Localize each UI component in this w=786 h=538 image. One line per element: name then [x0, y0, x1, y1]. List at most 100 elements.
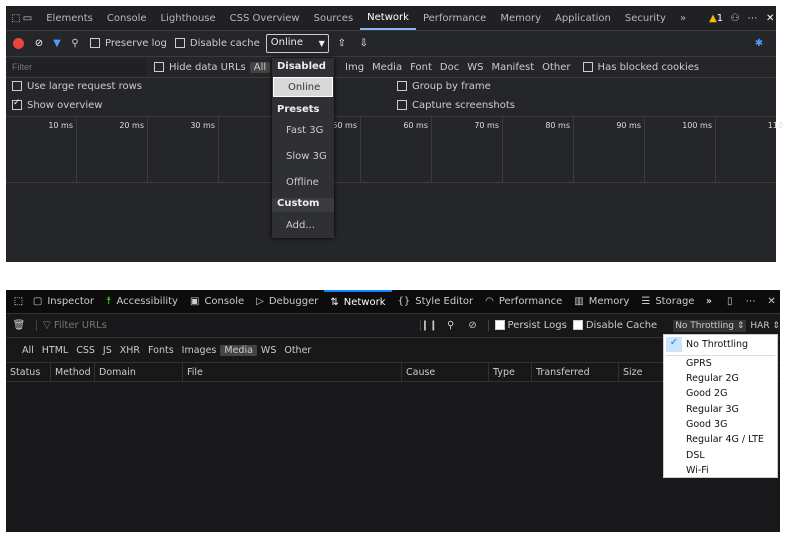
tab-application[interactable]: Application: [548, 13, 618, 24]
tab-style-editor[interactable]: {} Style Editor: [392, 296, 480, 307]
filter-urls-input[interactable]: ▽ Filter URLs: [35, 320, 420, 331]
column-domain[interactable]: Domain: [95, 363, 183, 382]
type-other[interactable]: Other: [538, 62, 574, 73]
menu-item-regular-3g[interactable]: Regular 3G: [686, 404, 739, 415]
tab-security[interactable]: Security: [618, 13, 673, 24]
type-html[interactable]: HTML: [38, 345, 72, 356]
type-media[interactable]: Media: [220, 344, 257, 356]
tab-performance[interactable]: ◠ Performance: [479, 296, 568, 307]
type-js[interactable]: JS: [99, 345, 116, 356]
tab-debugger[interactable]: ▷ Debugger: [250, 296, 324, 307]
type-manifest[interactable]: Manifest: [487, 62, 538, 73]
type-css[interactable]: CSS: [72, 345, 99, 356]
more-options-icon[interactable]: ⋯: [747, 13, 759, 24]
timeline-tick: 20 ms: [77, 117, 148, 183]
column-type[interactable]: Type: [489, 363, 532, 382]
pick-element-icon[interactable]: ⬚: [10, 296, 27, 307]
group-by-frame-option[interactable]: Group by frame: [397, 81, 491, 92]
menu-item-no-throttling[interactable]: No Throttling: [686, 339, 748, 350]
disable-cache-checkbox[interactable]: Disable cache: [174, 38, 260, 49]
tab-memory[interactable]: ▥ Memory: [568, 296, 635, 307]
column-transferred[interactable]: Transferred: [532, 363, 619, 382]
type-fonts[interactable]: Fonts: [144, 345, 178, 356]
record-icon[interactable]: [13, 38, 24, 49]
menu-item-regular-2g[interactable]: Regular 2G: [686, 373, 739, 384]
tab-console[interactable]: Console: [100, 13, 154, 24]
hide-data-urls-checkbox[interactable]: Hide data URLs: [154, 61, 246, 73]
capture-screenshots-option[interactable]: Capture screenshots: [397, 100, 515, 111]
tab-sources[interactable]: Sources: [307, 13, 361, 24]
column-size[interactable]: Size: [619, 363, 669, 382]
preserve-log-checkbox[interactable]: Preserve log: [90, 38, 167, 49]
throttle-select[interactable]: Online ▼: [265, 34, 329, 53]
tab-accessibility[interactable]: ☨ Accessibility: [100, 296, 184, 307]
menu-item-gprs[interactable]: GPRS: [686, 358, 712, 369]
trash-icon[interactable]: 🗑: [10, 320, 28, 331]
close-icon[interactable]: ✕: [763, 296, 780, 307]
persist-logs-checkbox[interactable]: Persist Logs: [487, 320, 567, 331]
import-har-icon[interactable]: ⇧: [333, 38, 351, 49]
type-images[interactable]: Images: [178, 345, 221, 356]
settings-gear-icon[interactable]: ✱: [750, 38, 768, 49]
search-icon[interactable]: ⚲: [442, 320, 460, 331]
menu-item-dsl[interactable]: DSL: [686, 450, 705, 461]
menu-item-regular-4g-lte[interactable]: Regular 4G / LTE: [686, 434, 764, 445]
menu-item-offline[interactable]: Offline: [272, 177, 334, 188]
column-method[interactable]: Method: [51, 363, 95, 382]
tab-network[interactable]: Network: [360, 6, 416, 30]
tab-storage[interactable]: ☰ Storage: [635, 296, 700, 307]
type-ws[interactable]: WS: [463, 62, 487, 73]
har-menu[interactable]: HAR ⇕: [750, 321, 780, 331]
device-toolbar-icon[interactable]: ▭: [22, 13, 34, 24]
column-cause[interactable]: Cause: [402, 363, 489, 382]
dock-icon[interactable]: ▯: [721, 296, 738, 307]
menu-item-slow-3g[interactable]: Slow 3G: [272, 151, 334, 162]
filter-icon[interactable]: ▼: [48, 38, 66, 49]
timeline-overview[interactable]: 10 ms20 ms30 ms450 ms60 ms70 ms80 ms90 m…: [6, 116, 783, 183]
more-tabs-button[interactable]: »: [673, 13, 693, 24]
menu-item-fast-3g[interactable]: Fast 3G: [272, 125, 334, 136]
more-options-icon[interactable]: ⋯: [742, 296, 759, 307]
feedback-icon[interactable]: ⚇: [729, 13, 741, 24]
column-status[interactable]: Status: [6, 363, 51, 382]
has-blocked-cookies-checkbox[interactable]: Has blocked cookies: [582, 61, 699, 73]
type-xhr[interactable]: XHR: [116, 345, 144, 356]
tab-memory[interactable]: Memory: [493, 13, 548, 24]
warning-badge[interactable]: ▲1: [709, 13, 723, 24]
type-font[interactable]: Font: [406, 62, 436, 73]
type-other[interactable]: Other: [280, 345, 315, 356]
inspect-element-icon[interactable]: ⬚: [10, 13, 22, 24]
pause-icon[interactable]: ❙❙: [419, 320, 438, 331]
clear-icon[interactable]: ⊘: [30, 38, 48, 49]
tab-elements[interactable]: Elements: [39, 13, 100, 24]
tab-performance[interactable]: Performance: [416, 13, 493, 24]
throttling-select[interactable]: No Throttling ⇕: [673, 319, 747, 332]
column-file[interactable]: File: [183, 363, 402, 382]
tab-css-overview[interactable]: CSS Overview: [223, 13, 307, 24]
menu-item-add[interactable]: Add...: [272, 220, 334, 231]
tab-inspector[interactable]: ▢ Inspector: [27, 296, 100, 307]
menu-item-wifi[interactable]: Wi-Fi: [686, 465, 709, 476]
search-icon[interactable]: ⚲: [66, 38, 84, 49]
close-icon[interactable]: ✕: [764, 13, 776, 24]
block-icon[interactable]: ⊘: [464, 320, 482, 331]
type-img[interactable]: Img: [341, 62, 368, 73]
tab-console[interactable]: ▣ Console: [184, 296, 250, 307]
large-rows-option[interactable]: Use large request rows: [12, 81, 142, 92]
type-all[interactable]: All: [18, 345, 38, 356]
type-doc[interactable]: Doc: [436, 62, 463, 73]
tab-lighthouse[interactable]: Lighthouse: [154, 13, 223, 24]
show-overview-option[interactable]: Show overview: [12, 98, 103, 111]
type-ws[interactable]: WS: [257, 345, 280, 356]
filter-input[interactable]: [8, 58, 146, 76]
export-har-icon[interactable]: ⇩: [355, 38, 373, 49]
menu-item-good-2g[interactable]: Good 2G: [686, 388, 727, 399]
console-icon: ▣: [189, 296, 200, 307]
type-all[interactable]: All: [249, 61, 271, 73]
more-tabs-icon[interactable]: »: [700, 296, 717, 307]
disable-cache-checkbox[interactable]: Disable Cache: [572, 320, 657, 331]
menu-item-online[interactable]: Online: [273, 77, 333, 97]
menu-item-good-3g[interactable]: Good 3G: [686, 419, 727, 430]
tab-network[interactable]: ⇅ Network: [324, 290, 392, 313]
type-media[interactable]: Media: [368, 62, 406, 73]
